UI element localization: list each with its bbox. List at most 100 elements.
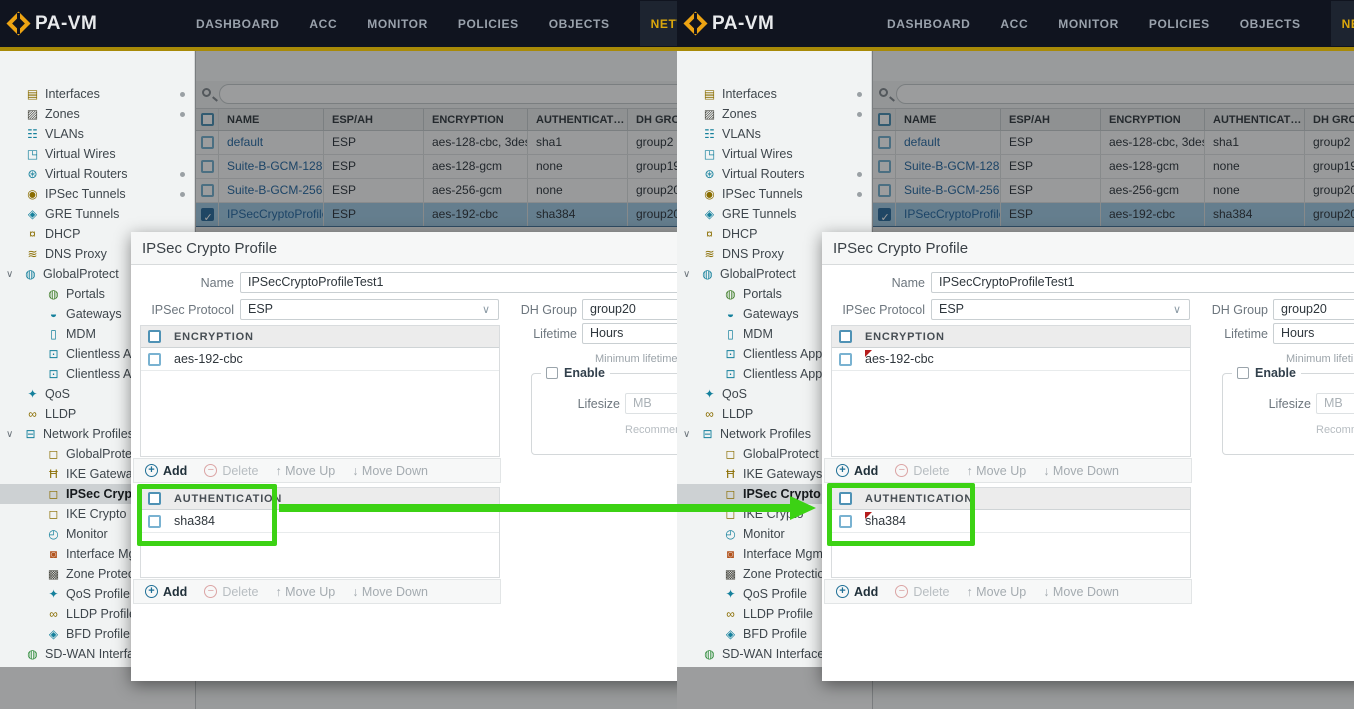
sidebar-item-label: QoS Profile — [743, 587, 807, 601]
plus-icon: + — [836, 585, 849, 598]
lifetime-select[interactable]: Hours — [1273, 323, 1354, 344]
nav-tab-acc[interactable]: ACC — [1000, 17, 1028, 31]
sidebar-item-label: DNS Proxy — [722, 247, 784, 261]
nav-tab-monitor[interactable]: MONITOR — [1058, 17, 1119, 31]
sidebar-item-label: GRE Tunnels — [722, 207, 796, 221]
sidebar-item-interfaces[interactable]: ▤Interfaces — [0, 84, 194, 104]
move-down-button[interactable]: ↓ Move Down — [1043, 464, 1119, 478]
ipsec-crypto-profile-dialog: IPSec Crypto ProfileNameIPSecCryptoProfi… — [131, 232, 677, 681]
sidebar-item-interfaces[interactable]: ▤Interfaces — [677, 84, 871, 104]
add-button[interactable]: +Add — [145, 464, 187, 478]
sidebar-item-vlans[interactable]: ☷VLANs — [677, 124, 871, 144]
sidebar-item-label: LLDP Profile — [743, 607, 813, 621]
lifesize-enable-group: Enable — [1222, 373, 1354, 455]
move-down-button[interactable]: ↓ Move Down — [352, 464, 428, 478]
enable-checkbox[interactable] — [1237, 367, 1249, 379]
nav-tab-objects[interactable]: OBJECTS — [1240, 17, 1301, 31]
sidebar-item-virtual-routers[interactable]: ⊛Virtual Routers — [677, 164, 871, 184]
encryption-list-row[interactable]: aes-192-cbc — [141, 348, 499, 371]
sidebar-item-label: Zones — [45, 107, 80, 121]
sidebar-item-label: QoS — [722, 387, 747, 401]
encryption-list: ENCRYPTIONaes-192-cbc — [140, 325, 500, 457]
sidebar-item-label: MDM — [66, 327, 96, 341]
mdm-icon: ▯ — [45, 327, 62, 341]
nav-tab-dashboard[interactable]: DASHBOARD — [887, 17, 970, 31]
add-label: Add — [854, 464, 878, 478]
add-button[interactable]: +Add — [145, 585, 187, 599]
move-down-button[interactable]: ↓ Move Down — [1043, 585, 1119, 599]
gre-tunnels-icon: ◈ — [24, 207, 41, 221]
sidebar-item-ipsec-tunnels[interactable]: ◉IPSec Tunnels — [677, 184, 871, 204]
nav-tab-objects[interactable]: OBJECTS — [549, 17, 610, 31]
sidebar-item-zones[interactable]: ▨ Zones — [0, 104, 194, 124]
chevron-down-icon[interactable]: ∨ — [6, 429, 22, 440]
move-up-button[interactable]: ↑ Move Up — [275, 585, 335, 599]
enable-label: Enable — [1255, 366, 1296, 380]
globalprotect-icon: ◍ — [699, 267, 716, 281]
name-input[interactable]: IPSecCryptoProfileTest1 — [931, 272, 1354, 293]
sidebar-item-label: Virtual Routers — [722, 167, 804, 181]
lifesize-label: Lifesize — [1195, 397, 1311, 411]
globalprotect-icon: ◍ — [22, 267, 39, 281]
sidebar-item-virtual-routers[interactable]: ⊛Virtual Routers — [0, 164, 194, 184]
sidebar-item-virtual-wires[interactable]: ◳Virtual Wires — [0, 144, 194, 164]
clientless-app-groups-icon: ⊡ — [45, 367, 62, 381]
row-checkbox[interactable] — [839, 353, 852, 366]
chevron-down-icon[interactable]: ∨ — [6, 269, 22, 280]
delete-button[interactable]: −Delete — [204, 464, 258, 478]
encryption-list-select-all-checkbox[interactable] — [148, 330, 161, 343]
item-dot — [180, 92, 185, 97]
sidebar-item-label: Portals — [743, 287, 782, 301]
plus-icon: + — [836, 464, 849, 477]
dh-group-select[interactable]: group20 — [582, 299, 677, 320]
chevron-down-icon[interactable]: ∨ — [683, 269, 699, 280]
zones-icon: ▨ — [24, 107, 41, 121]
qos-profile-icon: ✦ — [45, 587, 62, 601]
sidebar-item-vlans[interactable]: ☷VLANs — [0, 124, 194, 144]
comparison-canvas: PA-VMDASHBOARDACCMONITORPOLICIESOBJECTSN… — [0, 0, 1354, 709]
pa-logo-icon — [683, 11, 707, 35]
ipsec-protocol-label: IPSec Protocol — [139, 303, 234, 317]
encryption-list-select-all-checkbox[interactable] — [839, 330, 852, 343]
nav-tab-policies[interactable]: POLICIES — [1149, 17, 1210, 31]
lifesize-select[interactable]: MB — [625, 393, 677, 414]
nav-tab-policies[interactable]: POLICIES — [458, 17, 519, 31]
sidebar-item-zones[interactable]: ▨Zones — [677, 104, 871, 124]
nav-tab-monitor[interactable]: MONITOR — [367, 17, 428, 31]
chevron-down-icon[interactable]: ∨ — [683, 429, 699, 440]
nav-tab-network[interactable]: NETWORK — [1331, 1, 1354, 46]
nav-tab-dashboard[interactable]: DASHBOARD — [196, 17, 279, 31]
delete-button[interactable]: −Delete — [204, 585, 258, 599]
sidebar-item-label: Gateways — [66, 307, 122, 321]
sidebar-item-label: IKE Gateways — [743, 467, 822, 481]
delete-button[interactable]: −Delete — [895, 464, 949, 478]
lifesize-select[interactable]: MB — [1316, 393, 1354, 414]
nav-tab-network[interactable]: NETWORK — [640, 1, 677, 46]
sidebar-item-gre-tunnels[interactable]: ◈GRE Tunnels — [677, 204, 871, 224]
lldp-icon: ∞ — [701, 407, 718, 421]
row-checkbox[interactable] — [148, 353, 161, 366]
nav-tab-acc[interactable]: ACC — [309, 17, 337, 31]
add-button[interactable]: +Add — [836, 585, 878, 599]
dh-group-select[interactable]: group20 — [1273, 299, 1354, 320]
nav-menu: DASHBOARD ACC MONITOR POLICIES OBJECTS NETWOR… — [887, 0, 1354, 47]
bfd-profile-icon: ◈ — [45, 627, 62, 641]
sidebar-item-ipsec-tunnels[interactable]: ◉IPSec Tunnels — [0, 184, 194, 204]
encryption-list-row[interactable]: aes-192-cbc — [832, 348, 1190, 371]
add-button[interactable]: + Add — [836, 464, 878, 478]
delete-button[interactable]: −Delete — [895, 585, 949, 599]
move-up-button[interactable]: ↑ Move Up — [966, 464, 1026, 478]
lifetime-select[interactable]: Hours — [582, 323, 677, 344]
item-dot — [180, 172, 185, 177]
list-toolbar: + Add −Delete ↑ Move Up ↓ Move Down — [824, 458, 1192, 483]
move-down-button[interactable]: ↓ Move Down — [352, 585, 428, 599]
globalprotect-profile-lock-icon: ◻ — [722, 447, 739, 461]
screenshot-right: PA-VMDASHBOARDACCMONITORPOLICIESOBJECTSN… — [677, 0, 1354, 709]
sidebar-item-label: VLANs — [722, 127, 761, 141]
move-up-button[interactable]: ↑ Move Up — [275, 464, 335, 478]
name-input[interactable]: IPSecCryptoProfileTest1 — [240, 272, 677, 293]
sidebar-item-virtual-wires[interactable]: ◳Virtual Wires — [677, 144, 871, 164]
enable-checkbox[interactable] — [546, 367, 558, 379]
sidebar-item-gre-tunnels[interactable]: ◈GRE Tunnels — [0, 204, 194, 224]
move-up-button[interactable]: ↑ Move Up — [966, 585, 1026, 599]
